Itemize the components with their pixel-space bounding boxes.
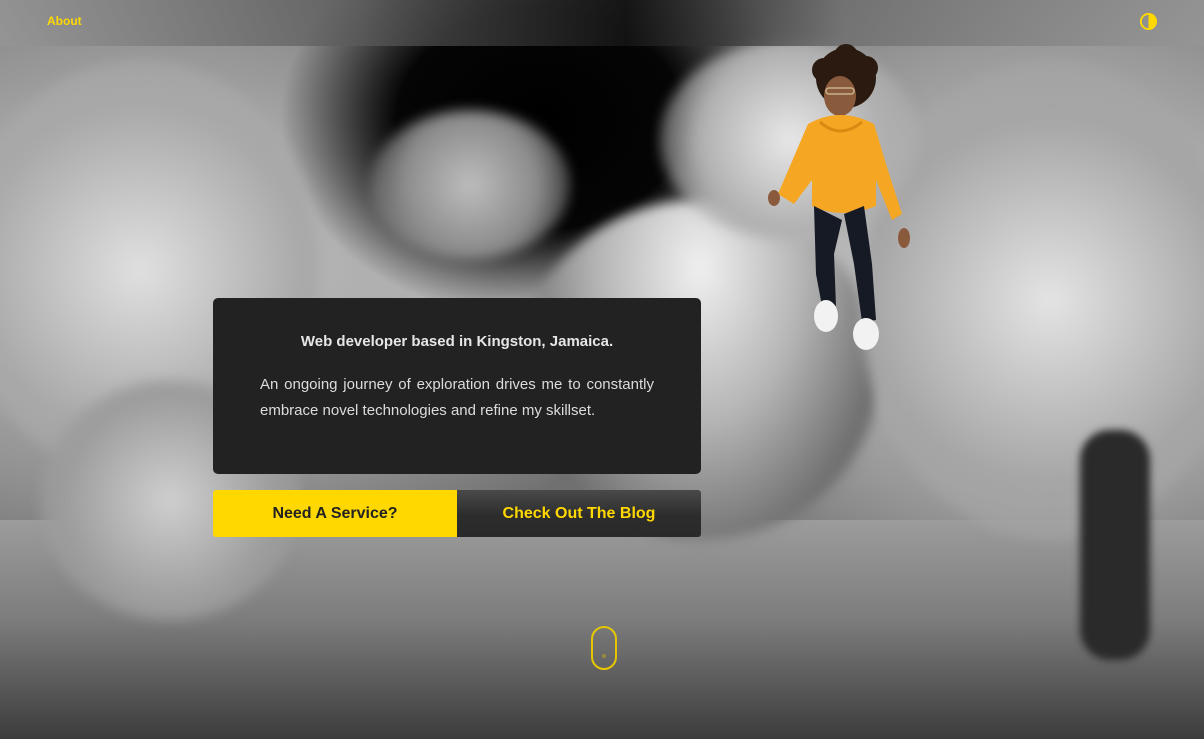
top-navigation-bar: About	[0, 0, 1204, 46]
check-out-blog-button[interactable]: Check Out The Blog	[457, 490, 701, 537]
scroll-dot	[602, 654, 606, 658]
intro-title: Web developer based in Kingston, Jamaica…	[300, 333, 614, 350]
mouse-scroll-icon[interactable]	[591, 626, 617, 670]
need-a-service-button[interactable]: Need A Service?	[213, 490, 457, 537]
intro-card: Web developer based in Kingston, Jamaica…	[213, 298, 701, 474]
contrast-icon[interactable]	[1139, 12, 1158, 31]
tree-trunk-right	[1080, 430, 1150, 660]
nav-link-about[interactable]: About	[47, 14, 82, 28]
intro-description: An ongoing journey of exploration drives…	[260, 376, 654, 419]
bush-center	[370, 110, 570, 260]
3d-avatar-figure	[762, 44, 922, 360]
